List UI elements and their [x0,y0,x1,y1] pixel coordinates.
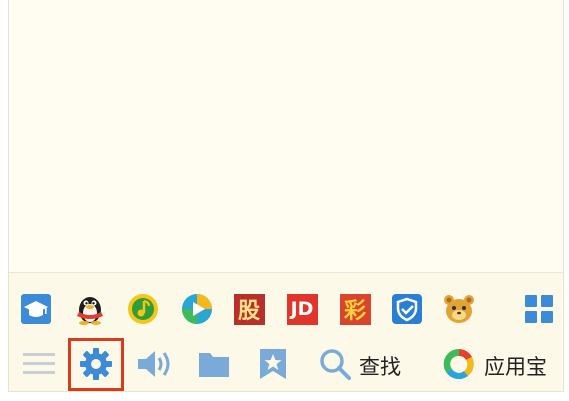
menu-icon[interactable] [21,346,57,382]
search-label[interactable]: 查找 [359,351,401,381]
qq-penguin-icon[interactable] [72,291,108,327]
jd-app-icon[interactable]: JD [284,291,320,327]
volume-icon[interactable] [136,346,172,382]
app-store-label[interactable]: 应用宝 [484,351,547,381]
lottery-app-icon[interactable]: 彩 [337,291,373,327]
stock-app-label: 股 [233,293,265,325]
star-icon[interactable] [255,346,291,382]
app-grid-icon[interactable] [521,291,557,327]
video-player-icon[interactable] [179,291,215,327]
mortarboard-app-icon[interactable] [18,291,54,327]
settings-highlight-box [68,338,124,391]
search-icon[interactable] [317,346,353,382]
jd-app-label: JD [286,293,318,325]
content-area [9,0,563,273]
qq-music-icon[interactable] [125,291,161,327]
lottery-app-label: 彩 [339,293,371,325]
app-store-icon[interactable] [441,346,477,382]
folder-icon[interactable] [196,346,232,382]
stock-app-icon[interactable]: 股 [231,291,267,327]
security-shield-icon[interactable] [389,291,425,327]
window-panel [8,0,564,392]
pet-app-icon[interactable] [441,291,477,327]
